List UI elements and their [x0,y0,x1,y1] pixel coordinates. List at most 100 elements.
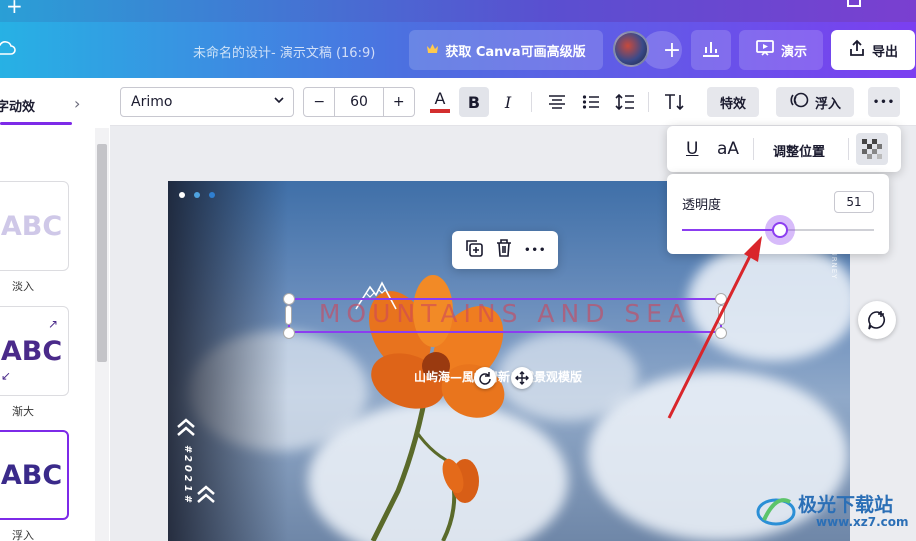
effect-label-fade: 淡入 [12,280,34,293]
element-context-menu: ••• [452,231,558,269]
resize-handle[interactable] [715,327,727,339]
document-title[interactable]: 未命名的设计- 演示文稿 (16:9) [193,42,375,61]
insights-button[interactable] [691,30,731,70]
crown-icon [426,43,439,57]
upgrade-button[interactable]: 获取 Canva可画高级版 [409,30,603,70]
effect-preview: ABC [0,210,63,242]
present-icon [755,39,775,61]
transparency-slider-track[interactable] [682,215,874,245]
export-label: 导出 [871,44,898,60]
trash-icon[interactable] [495,238,513,262]
chevron-up-double-icon [177,418,195,436]
chevron-down-icon [273,94,285,110]
add-comment-button[interactable] [858,301,896,339]
watermark-brand: 极光下载站 [798,494,894,516]
align-center-button[interactable] [542,87,572,117]
transparency-label: 透明度 [682,198,722,213]
maximize-icon[interactable] [847,0,861,7]
font-size-input[interactable]: 60 [335,94,382,110]
font-family-select[interactable]: Arimo [120,87,294,117]
arrow-up-right-icon: ↗ [47,317,58,331]
effect-card-grow[interactable]: ABC ↗ ↙ [0,306,69,396]
editor-header: 未命名的设计- 演示文稿 (16:9) 获取 Canva可画高级版 + 演示 导… [0,22,916,78]
underline-button[interactable]: U [686,139,698,159]
bar-chart-icon [701,39,721,61]
comment-add-icon [868,311,886,330]
arrow-down-left-icon: ↙ [1,369,12,383]
export-button[interactable]: 导出 [831,30,915,70]
effect-preview: ABC [0,335,63,367]
slide-subtitle[interactable]: 山屿海—風格清新自然景观模版 [414,368,582,385]
upgrade-label: 获取 Canva可画高级版 [445,44,586,60]
panel-tab-underline [0,122,72,125]
letter-case-button[interactable]: aA [717,139,739,159]
position-button[interactable]: 调整位置 [773,141,825,160]
resize-handle[interactable] [283,293,295,305]
align-center-icon [549,95,565,109]
decrease-font-size-button[interactable]: − [304,88,336,116]
text-toolbar: Arimo − 60 + A B I 特效 浮入 ••• [110,78,916,126]
text-color-button[interactable]: A [425,87,455,117]
toolbar-divider [531,92,532,112]
effect-label-grow: 渐大 [12,405,34,418]
animate-label: 浮入 [814,96,841,112]
watermark-logo-icon [756,498,796,526]
font-size-stepper: − 60 + [303,87,415,117]
new-tab-icon[interactable]: + [6,0,23,18]
text-format-popover: U aA 调整位置 [667,126,901,172]
font-family-value: Arimo [131,94,173,110]
checkerboard-icon [862,139,882,159]
animate-icon [789,91,809,113]
window-title-strip: + [0,0,916,22]
side-resize-handle[interactable] [285,305,292,325]
move-icon [515,371,529,385]
italic-button[interactable]: I [493,87,523,117]
panel-title: 字动效 [0,100,36,115]
line-spacing-icon [615,93,634,111]
text-orientation-button[interactable] [659,87,689,117]
more-options-button[interactable]: ••• [868,87,900,117]
resize-handle[interactable] [715,293,727,305]
toolbar-divider [648,92,649,112]
effect-card-float-in[interactable]: ABC [0,430,69,520]
bulleted-list-button[interactable] [576,87,606,117]
slide-headline[interactable]: MOUNTAINS AND SEA [288,299,722,328]
transparency-value-input[interactable]: 51 [834,191,874,213]
rotate-handle[interactable] [474,367,496,389]
chevron-right-icon[interactable]: › [74,94,80,113]
animate-button[interactable]: 浮入 [776,87,854,117]
chevron-up-double-icon [197,485,215,503]
effect-card-fade[interactable]: ABC [0,181,69,271]
more-icon[interactable]: ••• [524,245,546,256]
watermark-url: www.xz7.com [816,515,909,529]
effect-label-float-in: 浮入 [12,529,34,541]
cloud-save-icon[interactable] [0,40,16,61]
rotate-icon [479,372,491,385]
upload-icon [848,39,866,61]
resize-handle[interactable] [283,327,295,339]
slide-year-text: #2021# [182,445,193,505]
effects-button[interactable]: 特效 [707,87,759,117]
list-icon [582,95,599,109]
side-resize-handle[interactable] [718,305,725,325]
popover-divider [753,138,754,160]
plus-icon: + [662,37,682,63]
text-color-glyph: A [434,89,446,108]
user-avatar[interactable] [613,31,649,67]
popover-divider [848,138,849,160]
present-button[interactable]: 演示 [739,30,823,70]
effect-preview: ABC [0,459,63,491]
increase-font-size-button[interactable]: + [382,88,414,116]
vertical-text-icon [665,94,684,111]
move-handle[interactable] [511,367,533,389]
panel-scrollbar-thumb[interactable] [97,144,107,362]
transparency-button[interactable] [856,133,888,165]
transparency-popover: 透明度 51 [667,174,889,254]
transparency-slider-thumb[interactable] [764,215,795,245]
present-label: 演示 [780,44,807,60]
animation-panel: 字动效 › ABC 淡入 ABC ↗ ↙ 渐大 ABC 浮入 [0,78,110,541]
duplicate-icon[interactable] [464,238,484,262]
line-spacing-button[interactable] [610,87,640,117]
bold-button[interactable]: B [459,87,489,117]
text-color-swatch [430,109,450,113]
